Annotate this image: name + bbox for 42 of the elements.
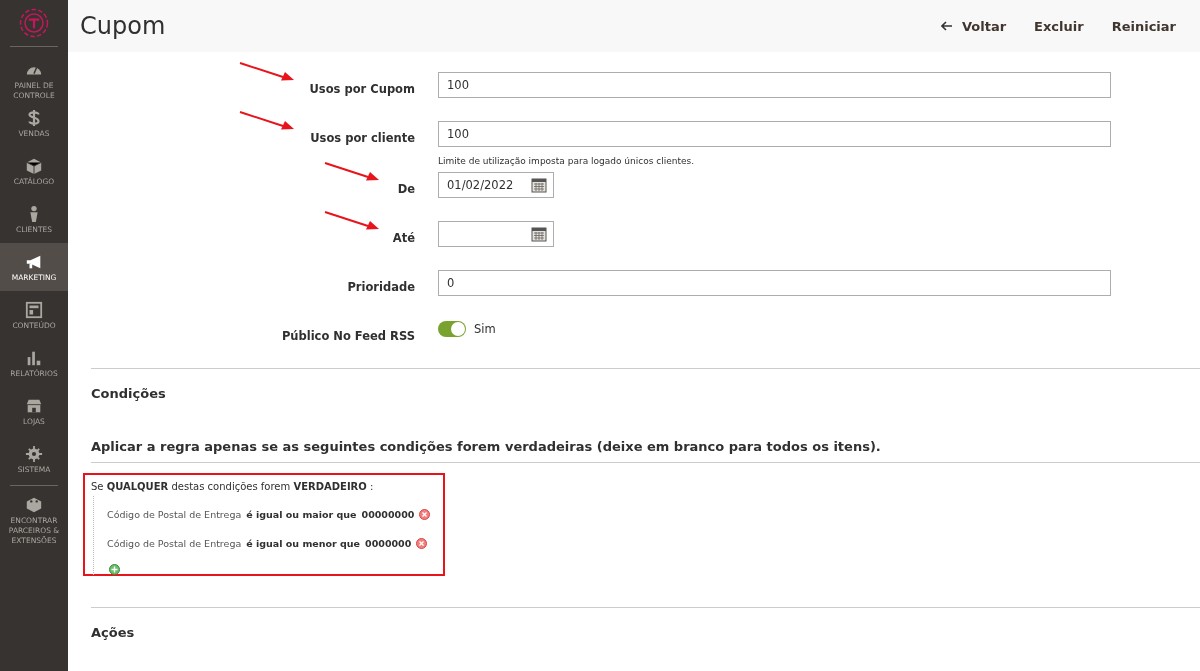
logo-icon[interactable] bbox=[19, 8, 49, 38]
gear-icon bbox=[25, 445, 43, 463]
field-label: Público No Feed RSS bbox=[281, 329, 415, 343]
field-label: Prioridade bbox=[347, 280, 415, 294]
field-label: Até bbox=[392, 231, 415, 245]
text-field[interactable]: 0 bbox=[438, 270, 1111, 296]
condition-operator[interactable]: é igual ou maior que bbox=[246, 509, 357, 520]
condition-attribute[interactable]: Código de Postal de Entrega bbox=[107, 538, 242, 549]
text-field[interactable]: 100 bbox=[438, 121, 1111, 147]
text-field[interactable]: 100 bbox=[438, 72, 1111, 98]
toggle-label: Sim bbox=[474, 322, 496, 336]
store-icon bbox=[25, 397, 43, 415]
remove-icon[interactable] bbox=[416, 538, 428, 549]
box-icon bbox=[25, 157, 43, 175]
date-field[interactable]: 01/02/2022 bbox=[438, 172, 554, 198]
page-title: Cupom bbox=[80, 12, 166, 40]
calendar-icon[interactable] bbox=[531, 226, 547, 242]
conditions-heading: Aplicar a regra apenas se as seguintes condições forem verdadeiras (deixe em branco para todos os itens). bbox=[90, 438, 882, 456]
field-label: Usos por cliente bbox=[310, 131, 415, 145]
condition-value[interactable]: 00000000 bbox=[361, 509, 415, 520]
remove-icon[interactable] bbox=[419, 509, 431, 520]
date-field[interactable] bbox=[438, 221, 554, 247]
field-note: Limite de utilização imposta para logado únicos clientes. bbox=[438, 156, 696, 166]
action-button[interactable]: Excluir bbox=[1022, 12, 1096, 40]
calendar-icon[interactable] bbox=[531, 177, 547, 193]
bars-icon bbox=[25, 349, 43, 367]
action-button[interactable]: Reiniciar bbox=[1099, 12, 1188, 40]
megaphone-icon bbox=[25, 253, 43, 271]
section-title[interactable]: Ações bbox=[68, 608, 1200, 669]
section-title[interactable]: Condições bbox=[68, 369, 1200, 430]
condition-value[interactable]: 0000000 bbox=[365, 538, 412, 549]
add-icon[interactable] bbox=[109, 564, 120, 575]
arrow-left-icon bbox=[940, 21, 953, 31]
condition-attribute[interactable]: Código de Postal de Entrega bbox=[107, 509, 242, 520]
toggle-switch[interactable] bbox=[438, 321, 466, 337]
blocks-icon bbox=[25, 496, 43, 514]
condition-operator[interactable]: é igual ou menor que bbox=[246, 538, 361, 549]
conditions-summary: Se QUALQUER destas condições forem VERDADEIRO : bbox=[91, 481, 375, 492]
field-label: De bbox=[397, 182, 415, 196]
layout-icon bbox=[25, 301, 43, 319]
field-label: Usos por Cupom bbox=[309, 82, 415, 96]
back-button[interactable]: Voltar bbox=[928, 12, 1019, 40]
